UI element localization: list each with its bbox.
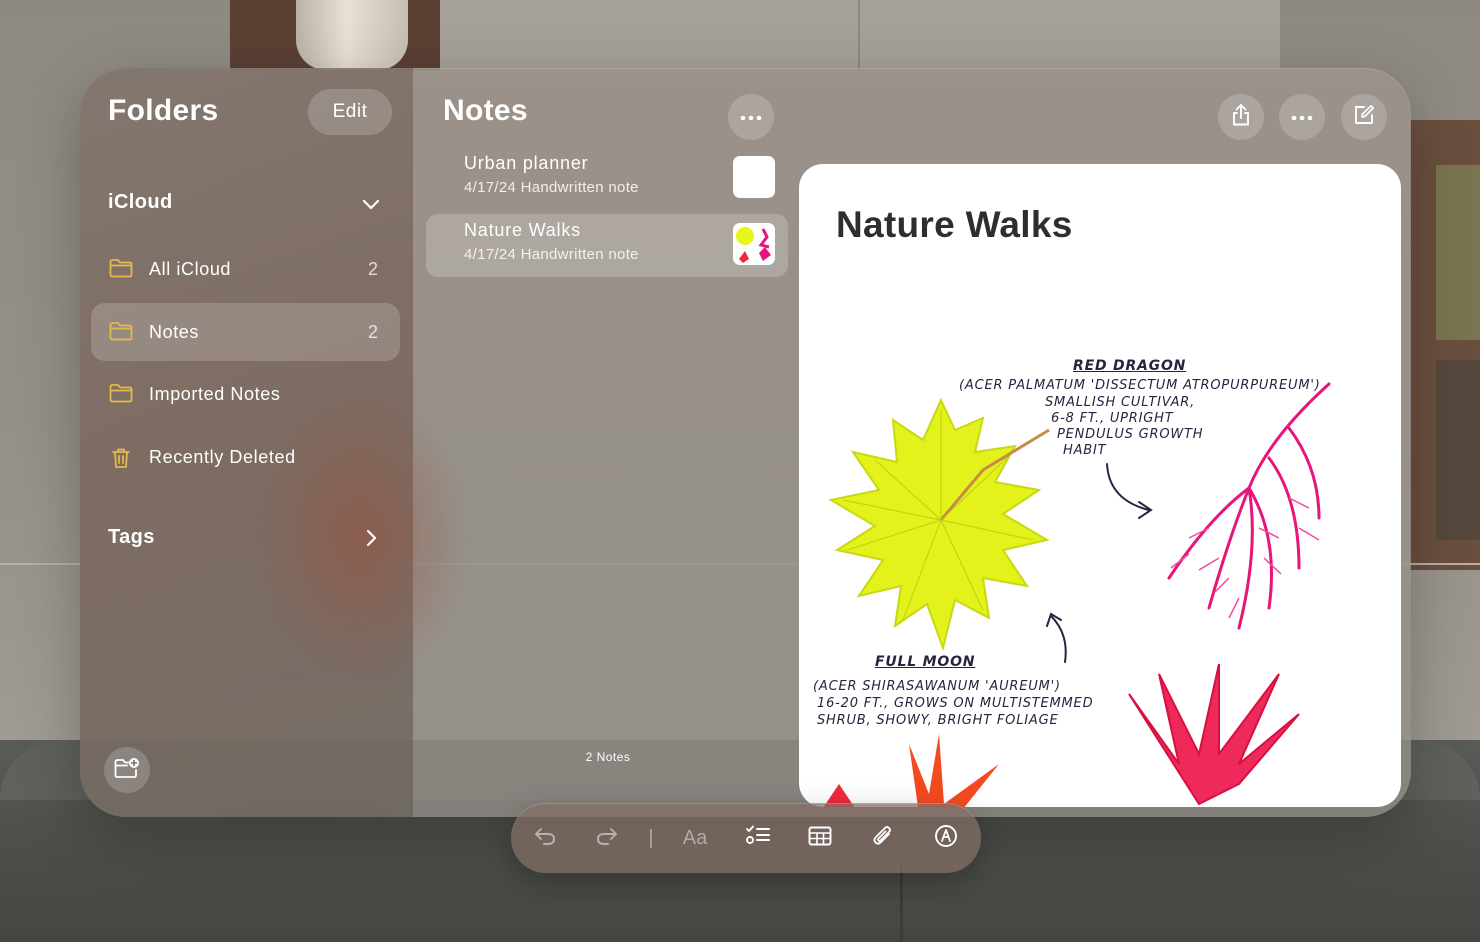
chevron-down-icon[interactable] (360, 193, 382, 215)
format-button[interactable]: Aa (679, 822, 711, 854)
undo-icon (534, 826, 556, 851)
notes-window: Folders Edit iCloud All iCloud 2 Notes 2… (80, 68, 1411, 817)
section-icloud[interactable]: iCloud (108, 191, 173, 214)
note-title: Urban planner (464, 153, 589, 173)
note-toolbar: | Aa (511, 803, 981, 873)
sidebar-item-imported-notes[interactable]: Imported Notes (91, 365, 400, 423)
sidebar-title: Folders (108, 94, 219, 127)
new-folder-icon (114, 757, 140, 784)
red-leaf-drawing (1128, 663, 1300, 806)
toolbar-separator: | (648, 826, 654, 849)
edit-button[interactable]: Edit (308, 89, 392, 135)
cabinet (440, 0, 1280, 70)
full-moon-line: 16-20 FT., GROWS ON MULTISTEMMED (817, 696, 1094, 711)
section-tags[interactable]: Tags (108, 526, 155, 549)
folder-icon (109, 258, 133, 280)
red-dragon-line: PENDULUS GROWTH (1057, 427, 1204, 442)
table-icon (808, 826, 832, 851)
checklist-button[interactable] (742, 822, 774, 854)
compose-icon (1353, 104, 1375, 131)
book (1436, 360, 1480, 540)
attachment-button[interactable] (867, 822, 899, 854)
sidebar-item-label: All iCloud (149, 258, 232, 279)
chevron-right-icon[interactable] (360, 527, 382, 549)
ellipsis-icon (1291, 108, 1313, 126)
red-leaf-drawing (823, 734, 999, 807)
note-canvas-title: Nature Walks (836, 204, 1073, 245)
note-thumbnail (733, 223, 775, 265)
full-moon-leaf-drawing (828, 397, 1050, 652)
arrow-annotation (1046, 612, 1067, 663)
note-meta: 4/17/24 Handwritten note (464, 179, 639, 196)
red-dragon-line: SMALLISH CULTIVAR, (1045, 395, 1196, 410)
sidebar-item-label: Imported Notes (149, 383, 281, 404)
checklist-icon (745, 825, 771, 852)
new-folder-button[interactable] (104, 747, 150, 793)
arrow-annotation (1106, 463, 1153, 519)
share-button[interactable] (1218, 94, 1264, 140)
table-button[interactable] (804, 822, 836, 854)
full-moon-heading: FULL MOON (875, 654, 976, 670)
ellipsis-icon (740, 108, 762, 126)
book (1436, 165, 1480, 340)
red-dragon-line: HABIT (1063, 443, 1107, 458)
red-dragon-drawing (1167, 382, 1331, 630)
folder-icon (109, 383, 133, 405)
note-meta: 4/17/24 Handwritten note (464, 246, 639, 263)
note-canvas[interactable]: Nature Walks RED DRAGON (ACER PALMATUM '… (799, 164, 1401, 807)
red-dragon-heading: RED DRAGON (1073, 358, 1187, 374)
note-list-item-urban-planner[interactable]: Urban planner 4/17/24 Handwritten note (426, 147, 788, 210)
sidebar-item-notes[interactable]: Notes 2 (91, 303, 400, 361)
markup-pen-icon (934, 824, 958, 853)
redo-icon (596, 826, 618, 851)
folder-icon (109, 321, 133, 343)
list-more-button[interactable] (728, 94, 774, 140)
share-icon (1231, 103, 1251, 132)
sidebar-item-label: Recently Deleted (149, 446, 296, 467)
note-thumbnail (733, 156, 775, 198)
notes-title: Notes (443, 94, 528, 127)
cabinet-divider (858, 0, 860, 70)
note-list-item-nature-walks[interactable]: Nature Walks 4/17/24 Handwritten note (426, 214, 788, 277)
sidebar-item-label: Notes (149, 321, 200, 342)
sidebar-item-recently-deleted[interactable]: Recently Deleted (91, 428, 400, 486)
undo-button[interactable] (529, 822, 561, 854)
sidebar: Folders Edit iCloud All iCloud 2 Notes 2… (80, 68, 470, 817)
sidebar-item-all-icloud[interactable]: All iCloud 2 (91, 240, 400, 298)
notes-count: 2 Notes (585, 750, 631, 764)
more-button[interactable] (1279, 94, 1325, 140)
redo-button[interactable] (591, 822, 623, 854)
red-dragon-line: 6-8 FT., UPRIGHT (1051, 411, 1174, 426)
full-moon-line: (ACER SHIRASAWANUM 'AUREUM') (813, 679, 1061, 694)
folder-count: 2 (367, 258, 378, 279)
full-moon-line: SHRUB, SHOWY, BRIGHT FOLIAGE (817, 713, 1059, 728)
paperclip-icon (872, 824, 894, 853)
note-title: Nature Walks (464, 220, 581, 240)
trash-icon (109, 446, 133, 468)
folder-count: 2 (367, 321, 378, 342)
markup-button[interactable] (930, 822, 962, 854)
vase (296, 0, 408, 70)
compose-button[interactable] (1341, 94, 1387, 140)
red-dragon-line: (ACER PALMATUM 'DISSECTUM ATROPURPUREUM'… (959, 378, 1321, 393)
